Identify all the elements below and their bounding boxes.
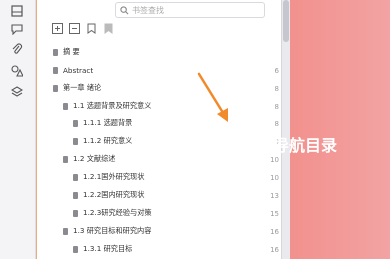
bookmark-doc-icon: [73, 245, 78, 253]
bookmark-doc-icon: [73, 209, 78, 217]
layers-icon[interactable]: [8, 83, 26, 101]
toc-item[interactable]: 1.3 研究目标和研究内容: [63, 225, 151, 237]
toc-item[interactable]: Abstract: [53, 64, 93, 76]
toc-item[interactable]: 摘 要: [53, 46, 80, 58]
shapes-icon[interactable]: [8, 62, 26, 80]
annotation-bottom-text: 设置PDF导航目录: [205, 136, 337, 155]
collapse-icon[interactable]: [68, 22, 80, 34]
bookmark-doc-icon: [73, 191, 78, 199]
bookmark-toolbar: [51, 22, 114, 36]
bookmark-doc-icon: [53, 84, 58, 92]
bookmark-doc-icon: [53, 66, 58, 74]
toc-item-label: 摘 要: [63, 47, 80, 56]
toc-page-number: 8: [274, 120, 279, 128]
toc-item-label: 1.2.3研究经验与对策: [83, 208, 152, 217]
toc-item-label: 第一章 绪论: [63, 83, 102, 92]
attachment-icon[interactable]: [8, 40, 26, 58]
toc-page-number: 8: [274, 85, 279, 93]
toc-item-label: 1.1 选题背景及研究意义: [73, 101, 152, 110]
bookmark-doc-icon: [73, 137, 78, 145]
bookmark-add-icon[interactable]: [85, 22, 97, 34]
toc-item-label: 1.3.1 研究目标: [83, 244, 133, 253]
toc-page-number: 15: [270, 210, 279, 218]
comment-icon[interactable]: [8, 20, 26, 38]
toc-item[interactable]: 1.2.3研究经验与对策: [73, 207, 152, 219]
annotation-arrow: [197, 72, 228, 122]
toc-page-number: 10: [270, 156, 279, 164]
toc-item-label: Abstract: [63, 65, 94, 75]
bookmark-search-input[interactable]: [132, 5, 252, 15]
toc-item-label: 1.2 文献综述: [73, 154, 116, 163]
toc-item-label: 1.3 研究目标和研究内容: [73, 226, 152, 235]
annotation-top-text: 论文送盲审前的必备操作: [100, 42, 277, 61]
toc-page-number: 8: [274, 103, 279, 111]
toc-item[interactable]: 1.2 文献综述: [63, 153, 115, 165]
bookmark-doc-icon: [53, 48, 58, 56]
bookmark-doc-icon: [63, 102, 68, 110]
toc-item-label: 1.2.2国内研究现状: [83, 190, 145, 199]
toc-page-number: 6: [274, 67, 279, 75]
bookmark-doc-icon: [73, 173, 78, 181]
bookmark-search-box[interactable]: [115, 2, 265, 18]
toc-item[interactable]: 1.3.1 研究目标: [73, 243, 132, 255]
bookmark-doc-icon: [63, 155, 68, 163]
toc-page-number: 13: [270, 192, 279, 200]
toc-item-label: 1.1.1 选题背景: [83, 118, 133, 127]
bookmark-doc-icon: [73, 119, 78, 127]
thumbnails-icon[interactable]: [8, 2, 26, 20]
toc-item[interactable]: 1.2.1国外研究现状: [73, 171, 144, 183]
toc-page-number: 16: [270, 228, 279, 236]
toc-item[interactable]: 1.1.1 选题背景: [73, 117, 132, 129]
toc-item[interactable]: 1.2.2国内研究现状: [73, 189, 144, 201]
bookmark-icon[interactable]: [102, 22, 114, 34]
toc-item-label: 1.2.1国外研究现状: [83, 172, 145, 181]
toc-item-label: 1.1.2 研究意义: [83, 136, 133, 145]
left-icon-rail: [0, 0, 36, 259]
vertical-scrollbar[interactable]: [281, 0, 290, 259]
search-icon: [120, 5, 129, 14]
toc-item[interactable]: 第一章 绪论: [53, 82, 101, 94]
toc-item[interactable]: 1.1 选题背景及研究意义: [63, 100, 151, 112]
toc-item[interactable]: 1.1.2 研究意义: [73, 135, 132, 147]
toc-page-number: 10: [270, 174, 279, 182]
bookmark-doc-icon: [63, 227, 68, 235]
expand-icon[interactable]: [51, 22, 63, 34]
toc-page-number: 16: [270, 246, 279, 254]
scrollbar-thumb[interactable]: [283, 0, 289, 42]
